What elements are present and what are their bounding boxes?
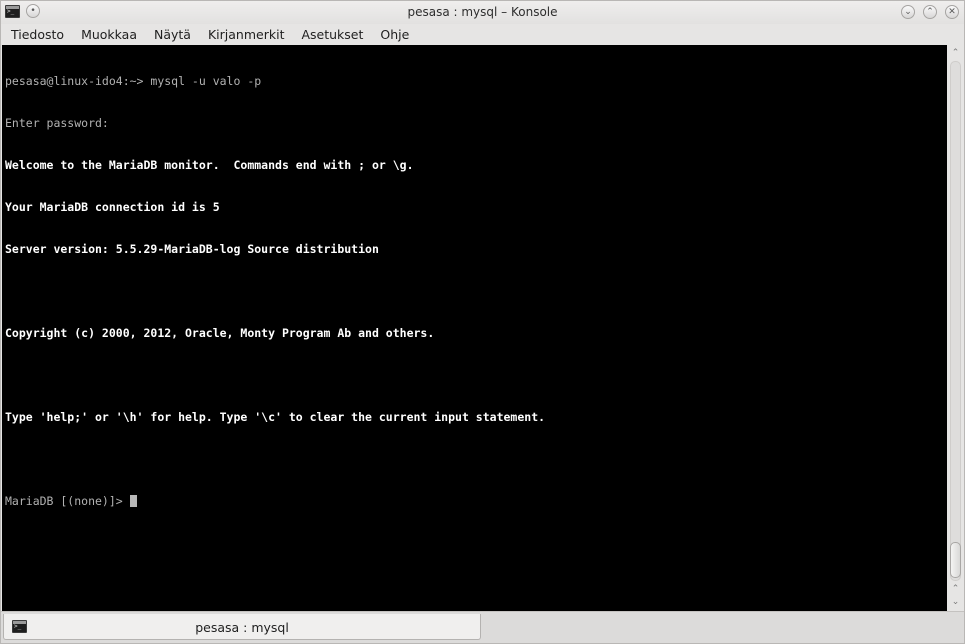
terminal-line: Your MariaDB connection id is 5 [5,200,220,214]
scroll-track[interactable] [950,61,961,581]
chevron-down-icon: ⌄ [951,597,960,607]
window-title: pesasa : mysql – Konsole [407,5,558,19]
scroll-thumb[interactable] [950,542,961,578]
terminal-line: pesasa@linux-ido4:~> mysql -u valo -p [5,74,262,88]
terminal-prompt-line[interactable]: MariaDB [(none)]> [5,494,545,508]
chevron-up-icon: ⌃ [951,584,960,594]
tab-pesasa-mysql[interactable]: pesasa : mysql [3,614,481,640]
terminal-area[interactable]: pesasa@linux-ido4:~> mysql -u valo -p En… [2,45,947,611]
menu-bar: Tiedosto Muokkaa Näytä Kirjanmerkit Aset… [1,24,964,45]
chevron-up-icon: ⌃ [926,6,934,17]
tab-bar: pesasa : mysql [1,611,964,643]
terminal-line: Enter password: [5,116,109,130]
menu-item-kirjanmerkit[interactable]: Kirjanmerkit [208,27,284,42]
text-cursor [129,495,137,507]
terminal-line: Copyright (c) 2000, 2012, Oracle, Monty … [5,326,435,340]
menu-item-muokkaa[interactable]: Muokkaa [81,27,137,42]
maximize-button[interactable]: ⌃ [923,5,937,19]
scroll-up-button-lower[interactable]: ⌃ [949,583,962,595]
chevron-down-icon: ⌄ [904,6,912,17]
menu-item-ohje[interactable]: Ohje [380,27,409,42]
menu-item-asetukset[interactable]: Asetukset [301,27,363,42]
terminal-line: Server version: 5.5.29-MariaDB-log Sourc… [5,242,379,256]
minimize-button[interactable]: ⌄ [901,5,915,19]
vertical-scrollbar[interactable]: ⌃ ⌃ ⌄ [947,45,964,611]
title-bar[interactable]: • pesasa : mysql – Konsole ⌄ ⌃ ✕ [1,1,964,24]
scroll-up-button[interactable]: ⌃ [949,47,962,59]
chevron-up-icon: ⌃ [951,48,960,58]
close-icon: ✕ [948,6,956,17]
tab-label: pesasa : mysql [195,620,289,635]
scroll-down-button[interactable]: ⌄ [949,596,962,608]
terminal-line: Welcome to the MariaDB monitor. Commands… [5,158,414,172]
terminal-prompt: MariaDB [(none)]> [5,494,130,508]
close-button[interactable]: ✕ [945,5,959,19]
terminal-line: Type 'help;' or '\h' for help. Type '\c'… [5,410,546,424]
menu-item-tiedosto[interactable]: Tiedosto [11,27,64,42]
menu-item-nayta[interactable]: Näytä [154,27,191,42]
konsole-window: • pesasa : mysql – Konsole ⌄ ⌃ ✕ Tiedost… [0,0,965,644]
